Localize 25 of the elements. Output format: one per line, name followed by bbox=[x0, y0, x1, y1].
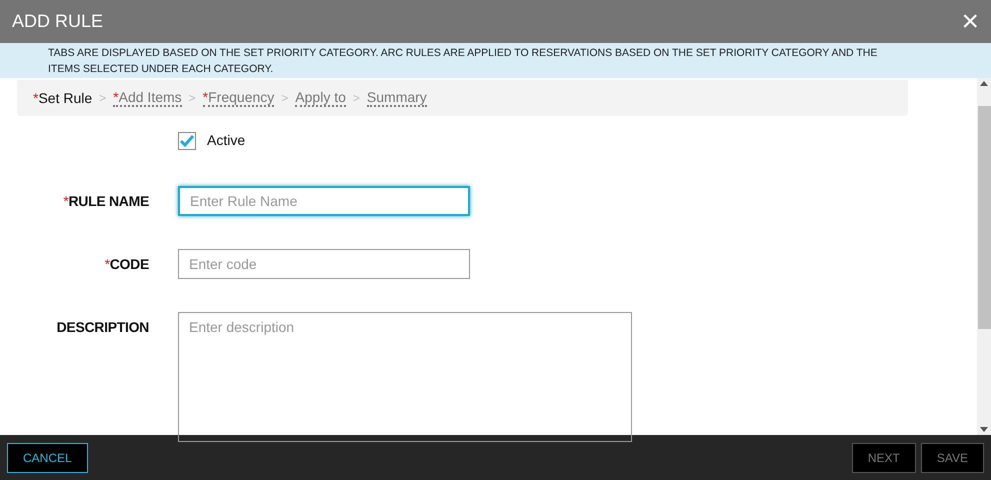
step-link[interactable]: *Add Items bbox=[113, 89, 182, 107]
info-text: TABS ARE DISPLAYED BASED ON THE SET PRIORITY CATEGORY. ARC RULES ARE APPLIED TO RESERVATIONS BASED ON THE SET PRIORITY CATEGORY AND THE ITEMS SELECTED UNDER EACH CATEGORY. bbox=[48, 46, 878, 76]
field-label: *CODE bbox=[104, 255, 149, 274]
checkbox-label: Active bbox=[207, 131, 246, 150]
field-label: *RULE NAME bbox=[63, 192, 149, 211]
description-field[interactable]: Enter description bbox=[178, 312, 632, 442]
input-field[interactable]: Enter Rule Name bbox=[178, 186, 470, 216]
step-separator: > bbox=[99, 90, 106, 107]
footer-button[interactable]: CANCEL bbox=[7, 442, 88, 472]
scroll-up-icon[interactable] bbox=[980, 81, 988, 86]
step-separator: > bbox=[281, 90, 288, 107]
scrollbar[interactable] bbox=[977, 78, 991, 435]
checkbox[interactable] bbox=[178, 132, 196, 150]
scroll-down-icon[interactable] bbox=[980, 427, 988, 432]
step-separator: > bbox=[188, 90, 196, 107]
step-separator: > bbox=[352, 90, 360, 107]
step-link[interactable]: *Set Rule bbox=[33, 88, 92, 108]
input-field[interactable]: Enter code bbox=[178, 249, 470, 279]
step-link[interactable]: Apply to bbox=[295, 89, 346, 107]
scroll-thumb[interactable] bbox=[978, 106, 990, 329]
close-button[interactable]: × bbox=[961, 6, 979, 36]
window-title: ADD RULE bbox=[12, 10, 104, 33]
step-link[interactable]: Summary bbox=[366, 89, 427, 107]
field-label: DESCRIPTION bbox=[56, 318, 149, 337]
step-link[interactable]: *Frequency bbox=[202, 89, 274, 107]
